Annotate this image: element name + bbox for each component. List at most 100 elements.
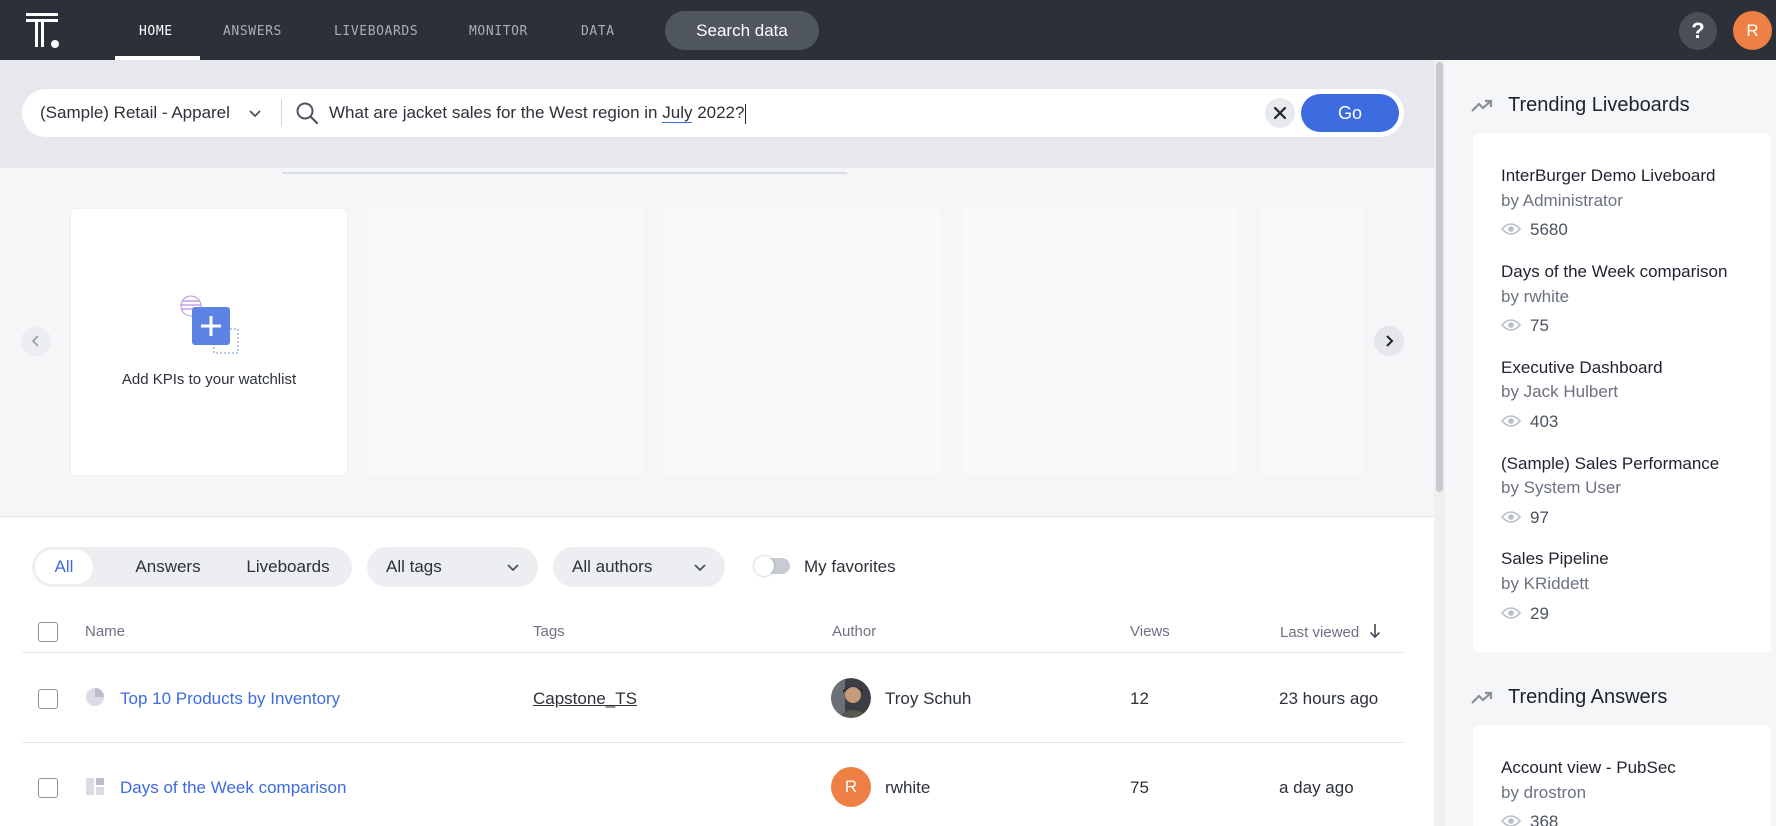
kpi-card-placeholder <box>1260 209 1364 475</box>
nav-answers[interactable]: ANSWERS <box>223 0 282 60</box>
author-avatar: R <box>831 767 871 807</box>
column-header-name[interactable]: Name <box>85 623 125 640</box>
trending-item-views: 403 <box>1530 412 1559 431</box>
trending-item-author: by Jack Hulbert <box>1501 382 1619 401</box>
trending-item-title[interactable]: (Sample) Sales Performance <box>1501 454 1719 474</box>
row-last-viewed: a day ago <box>1279 778 1354 797</box>
trending-item-views: 29 <box>1530 604 1549 623</box>
trending-item-author: by KRiddett <box>1501 574 1589 593</box>
column-header-tags[interactable]: Tags <box>533 623 565 640</box>
add-kpi-icon <box>180 295 239 354</box>
search-bar[interactable]: (Sample) Retail - Apparel What are jacke… <box>22 89 1404 137</box>
eye-icon <box>1501 319 1521 331</box>
trending-item-views: 5680 <box>1530 220 1568 239</box>
top-nav-bar: HOME ANSWERS LIVEBOARDS MONITOR DATA Sea… <box>0 0 1776 60</box>
row-author: Troy Schuh <box>885 689 972 708</box>
loading-indicator <box>282 172 847 174</box>
thoughtspot-logo[interactable] <box>26 13 66 49</box>
search-section: (Sample) Retail - Apparel What are jacke… <box>0 60 1434 168</box>
trending-item-views: 368 <box>1530 812 1559 826</box>
eye-icon <box>1501 223 1521 235</box>
add-kpi-card[interactable]: Add KPIs to your watchlist <box>71 209 347 475</box>
row-name-link[interactable]: Top 10 Products by Inventory <box>120 689 340 709</box>
help-button[interactable]: ? <box>1679 12 1717 50</box>
trending-item-author: by Administrator <box>1501 191 1623 210</box>
column-header-last-viewed[interactable]: Last viewed <box>1280 623 1381 641</box>
chevron-left-icon <box>31 335 39 347</box>
row-tag[interactable]: Capstone_TS <box>533 689 637 709</box>
tags-dropdown-label: All tags <box>386 557 442 576</box>
search-icon <box>296 102 319 125</box>
eye-icon <box>1501 815 1521 826</box>
nav-liveboards[interactable]: LIVEBOARDS <box>334 0 418 60</box>
nav-home[interactable]: HOME <box>139 0 173 60</box>
eye-icon <box>1501 415 1521 427</box>
divider <box>281 99 282 127</box>
content-list: All Answers Liveboards All tags All auth… <box>0 516 1434 826</box>
row-author: rwhite <box>885 778 931 797</box>
row-name-link[interactable]: Days of the Week comparison <box>120 778 346 798</box>
user-avatar[interactable]: R <box>1733 11 1772 50</box>
go-button[interactable]: Go <box>1301 94 1399 132</box>
kpi-card-clip <box>1260 209 1364 475</box>
filter-all[interactable]: All <box>35 550 93 584</box>
trending-item-title[interactable]: Sales Pipeline <box>1501 549 1609 569</box>
tags-dropdown[interactable]: All tags <box>367 547 538 587</box>
add-kpi-label: Add KPIs to your watchlist <box>121 371 297 388</box>
trending-liveboards-list: InterBurger Demo Liveboard by Administra… <box>1473 134 1771 652</box>
trending-item-author: by rwhite <box>1501 287 1570 306</box>
nav-data[interactable]: DATA <box>581 0 615 60</box>
search-input[interactable]: What are jacket sales for the West regio… <box>329 89 747 137</box>
trending-item-title[interactable]: Executive Dashboard <box>1501 358 1663 378</box>
column-header-last-viewed-label: Last viewed <box>1280 624 1360 641</box>
query-text-part: 2022? <box>692 103 745 122</box>
close-icon <box>1273 106 1287 120</box>
data-source-selector[interactable]: (Sample) Retail - Apparel <box>40 89 230 137</box>
chevron-down-icon <box>507 564 519 572</box>
favorites-toggle[interactable] <box>754 556 790 576</box>
query-text-part: What are jacket sales for the West regio… <box>329 103 663 122</box>
main-scrollbar[interactable] <box>1434 60 1445 826</box>
trending-answers-title: Trending Answers <box>1508 686 1668 708</box>
carousel-next-button[interactable] <box>1374 326 1404 356</box>
sort-desc-icon <box>1370 624 1381 639</box>
liveboard-icon <box>86 778 104 795</box>
search-data-button[interactable]: Search data <box>665 11 819 50</box>
chevron-down-icon[interactable] <box>247 105 263 121</box>
row-checkbox[interactable] <box>38 778 58 798</box>
carousel-prev-button[interactable] <box>21 326 51 356</box>
author-avatar-photo <box>831 678 871 718</box>
trending-item-title[interactable]: InterBurger Demo Liveboard <box>1501 166 1716 186</box>
authors-dropdown[interactable]: All authors <box>553 547 725 587</box>
nav-monitor[interactable]: MONITOR <box>469 0 528 60</box>
kpi-card-placeholder <box>962 209 1238 475</box>
text-caret <box>745 103 747 124</box>
favorites-label: My favorites <box>804 557 896 576</box>
filter-liveboards[interactable]: Liveboards <box>230 547 346 587</box>
trending-icon <box>1471 691 1493 704</box>
query-token-date[interactable]: July <box>662 103 693 123</box>
trending-item-author: by System User <box>1501 478 1621 497</box>
row-divider <box>22 652 1404 653</box>
clear-search-button[interactable] <box>1265 98 1295 128</box>
row-checkbox[interactable] <box>38 689 58 709</box>
select-all-checkbox[interactable] <box>38 622 58 642</box>
row-last-viewed: 23 hours ago <box>1279 689 1379 708</box>
trending-liveboards-title: Trending Liveboards <box>1508 94 1690 116</box>
eye-icon <box>1501 607 1521 619</box>
chevron-down-icon <box>694 564 706 572</box>
trending-item-title[interactable]: Account view - PubSec <box>1501 758 1676 778</box>
kpi-card-placeholder <box>368 209 644 475</box>
column-header-author[interactable]: Author <box>832 623 876 640</box>
row-divider <box>22 742 1404 743</box>
trending-item-title[interactable]: Days of the Week comparison <box>1501 262 1727 282</box>
trending-item-views: 75 <box>1530 316 1549 335</box>
kpi-watchlist-carousel: Add KPIs to your watchlist <box>0 168 1434 516</box>
authors-dropdown-label: All authors <box>572 557 653 576</box>
filter-answers[interactable]: Answers <box>116 547 220 587</box>
scrollbar-thumb[interactable] <box>1436 62 1443 492</box>
column-header-views[interactable]: Views <box>1130 623 1170 640</box>
type-filter-segmented: All Answers Liveboards <box>32 547 352 587</box>
trending-icon <box>1471 99 1493 112</box>
toggle-knob <box>754 556 774 576</box>
